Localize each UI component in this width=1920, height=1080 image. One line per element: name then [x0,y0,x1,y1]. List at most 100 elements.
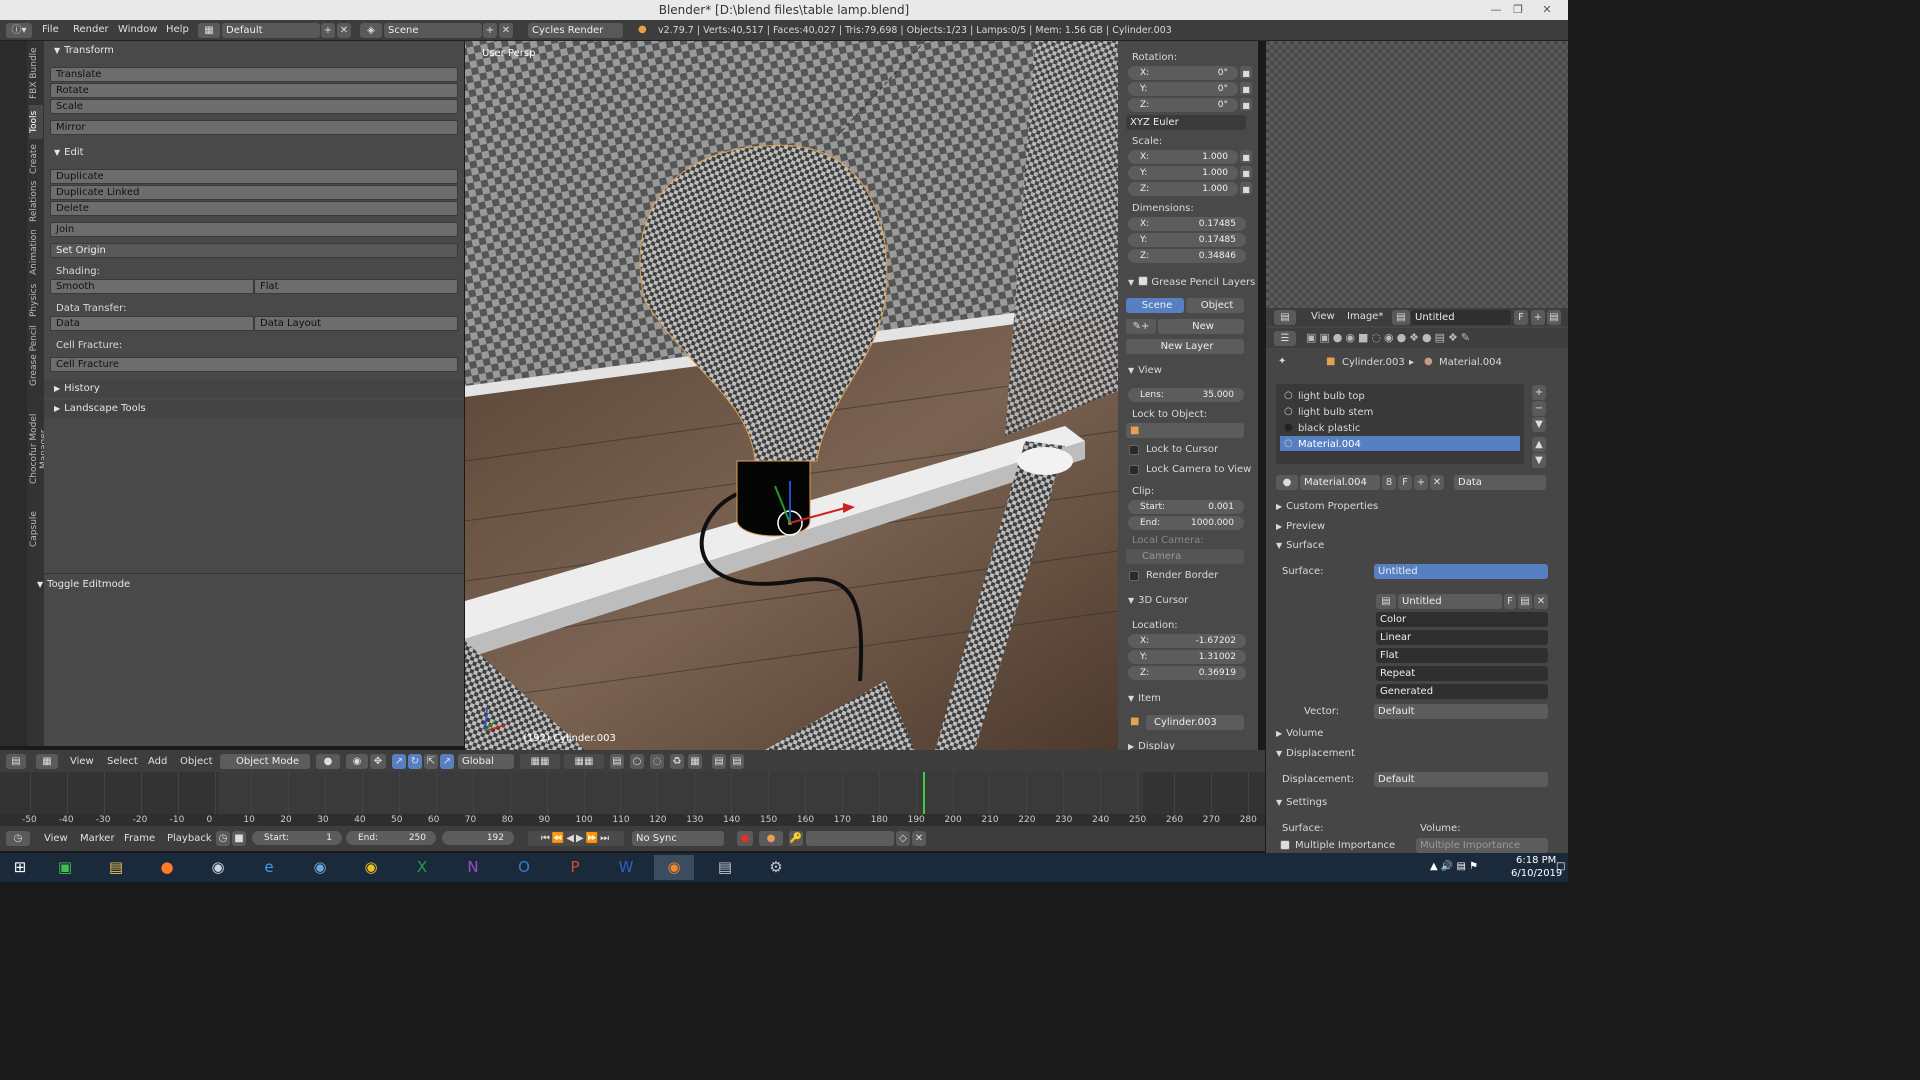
lens-field[interactable]: Lens: 35.000 [1128,388,1244,402]
tab-grease-scene[interactable]: Scene [1126,298,1184,313]
image-editor-canvas[interactable] [1266,41,1568,308]
add-scene-icon[interactable]: + [483,23,497,38]
duplicate-linked-button[interactable]: Duplicate Linked [50,185,458,200]
join-button[interactable]: Join [50,222,458,237]
list-item[interactable]: ○ light bulb stem [1276,404,1524,419]
landscape-panel-header[interactable]: ▶ Landscape Tools [44,400,464,418]
clip-start-field[interactable]: Start: 0.001 [1128,500,1244,514]
maximize-icon[interactable]: ❐ [1507,0,1529,20]
image-menu[interactable]: Image* [1347,311,1383,322]
rotation-x-field[interactable]: X: 0° [1128,66,1238,80]
preview-range-icon[interactable]: ◷ [216,831,230,846]
translate-manipulator-icon[interactable]: ↗ [392,754,406,769]
firefox-icon[interactable]: ● [147,855,187,880]
playback-controls[interactable]: ⏮⏪◀▶⏩⏭ [528,831,624,846]
menu-file[interactable]: File [42,24,59,35]
list-item-selected[interactable]: ○ Material.004 [1280,436,1520,451]
data-transfer-button[interactable]: Data [50,316,254,331]
menu-help[interactable]: Help [166,24,189,35]
layers-grid-right[interactable]: ▦▦ [564,754,604,769]
viewport-view-menu[interactable]: View [70,756,94,767]
rotate-manipulator-icon[interactable]: ↻ [408,754,422,769]
tab-tools[interactable]: Tools [29,105,43,139]
playback-menu[interactable]: Playback [167,833,212,844]
list-item[interactable]: ○ light bulb top [1276,388,1524,403]
material-name-field[interactable]: Material.004 [1300,475,1380,490]
item-panel-header[interactable]: ▼ Item [1128,693,1161,704]
lock-camera-checkbox[interactable] [1129,465,1139,475]
tab-grease-pencil[interactable]: Grease Pencil [29,323,43,389]
screen-select[interactable]: Default [222,23,320,38]
remove-scene-icon[interactable]: ✕ [499,23,513,38]
material-users-count[interactable]: 8 [1382,475,1396,490]
tab-grease-object[interactable]: Object [1186,298,1244,313]
shade-flat-button[interactable]: Flat [254,279,458,294]
pivot-icon[interactable]: ◉ [346,754,368,769]
texture-name-field[interactable]: Untitled [1398,594,1502,609]
scale-manipulator-icon[interactable]: ⇱ [424,754,438,769]
render-border-checkbox[interactable] [1129,571,1139,581]
move-up-icon[interactable]: ▲ [1532,437,1546,452]
unlink-material-icon[interactable]: ✕ [1430,475,1444,490]
record-icon[interactable]: ● [737,831,753,846]
texture-browse-icon[interactable]: ▤ [1376,594,1396,609]
minimize-icon[interactable]: — [1485,0,1507,20]
surface-shader-select[interactable]: Untitled [1374,564,1548,579]
dimension-y-field[interactable]: Y: 0.17485 [1128,233,1246,247]
keying-set-icon[interactable]: 🔑 [789,831,803,846]
menu-toggle-icon[interactable]: ▦ [36,754,58,769]
image-browse-icon[interactable]: ▤ [1392,310,1410,325]
chrome-icon[interactable]: ◉ [351,855,391,880]
cursor-z-field[interactable]: Z: 0.36919 [1128,666,1246,680]
material-fake-user[interactable]: F [1398,475,1412,490]
outlook-icon[interactable]: O [504,855,544,880]
viewport-add-menu[interactable]: Add [148,756,167,767]
tab-create[interactable]: Create [29,141,43,177]
properties-editor-icon[interactable]: ☰ [1274,331,1296,346]
scene-icon[interactable]: ◈ [360,23,382,38]
color-space-select[interactable]: Color [1376,612,1548,627]
tab-chocofur[interactable]: Chocofur Model Manager [29,393,49,505]
translate-button[interactable]: Translate [50,67,458,82]
render-still-icon[interactable]: ▤ [712,754,726,769]
volume-header[interactable]: ▶ Volume [1276,728,1323,739]
lock-icon[interactable]: ■ [1240,150,1252,163]
toggle-editmode-header[interactable]: ▼ Toggle Editmode [27,576,464,594]
onenote-icon[interactable]: N [453,855,493,880]
source-select[interactable]: Generated [1376,684,1548,699]
start-frame-field[interactable]: Start: 1 [252,831,342,845]
menu-render[interactable]: Render [73,24,109,35]
powerpoint-icon[interactable]: P [555,855,595,880]
3d-cursor-header[interactable]: ▼ 3D Cursor [1128,595,1188,606]
duplicate-button[interactable]: Duplicate [50,169,458,184]
window-app-icon[interactable]: ▤ [705,855,745,880]
scale-button[interactable]: Scale [50,99,458,114]
projection-select[interactable]: Flat [1376,648,1548,663]
lock-icon[interactable]: ■ [1240,66,1252,79]
image-fake-user[interactable]: F [1514,310,1528,325]
viewport-object-menu[interactable]: Object [180,756,213,767]
item-name-field[interactable]: Cylinder.003 [1146,715,1244,730]
timeline-view-menu[interactable]: View [44,833,68,844]
lock-icon[interactable]: ■ [1240,98,1252,111]
slot-menu-icon[interactable]: ▼ [1532,417,1546,432]
extension-select[interactable]: Repeat [1376,666,1548,681]
material-link-select[interactable]: Data [1454,475,1546,490]
preview-header[interactable]: ▶ Preview [1276,521,1325,532]
chromium-icon[interactable]: ◉ [300,855,340,880]
displacement-header[interactable]: ▼ Displacement [1276,748,1355,759]
texture-fake-user[interactable]: F [1504,594,1516,609]
lock-icon[interactable]: ■ [1240,82,1252,95]
edit-panel-header[interactable]: ▼ Edit [44,144,464,162]
image-view-menu[interactable]: View [1311,311,1335,322]
scale-y-field[interactable]: Y: 1.000 [1128,166,1238,180]
insert-keyframe-icon[interactable]: ◇ [896,831,910,846]
scene-select[interactable]: Scene [384,23,482,38]
tab-relations[interactable]: Relations [29,179,43,223]
orientation-select[interactable]: Global [458,754,514,769]
list-item[interactable]: ● black plastic [1276,420,1524,435]
layer-lock-icon[interactable]: ▤ [610,754,624,769]
clock-date[interactable]: 6/10/2019 [1511,868,1562,879]
remove-slot-icon[interactable]: − [1532,401,1546,416]
cursor-y-field[interactable]: Y: 1.31002 [1128,650,1246,664]
